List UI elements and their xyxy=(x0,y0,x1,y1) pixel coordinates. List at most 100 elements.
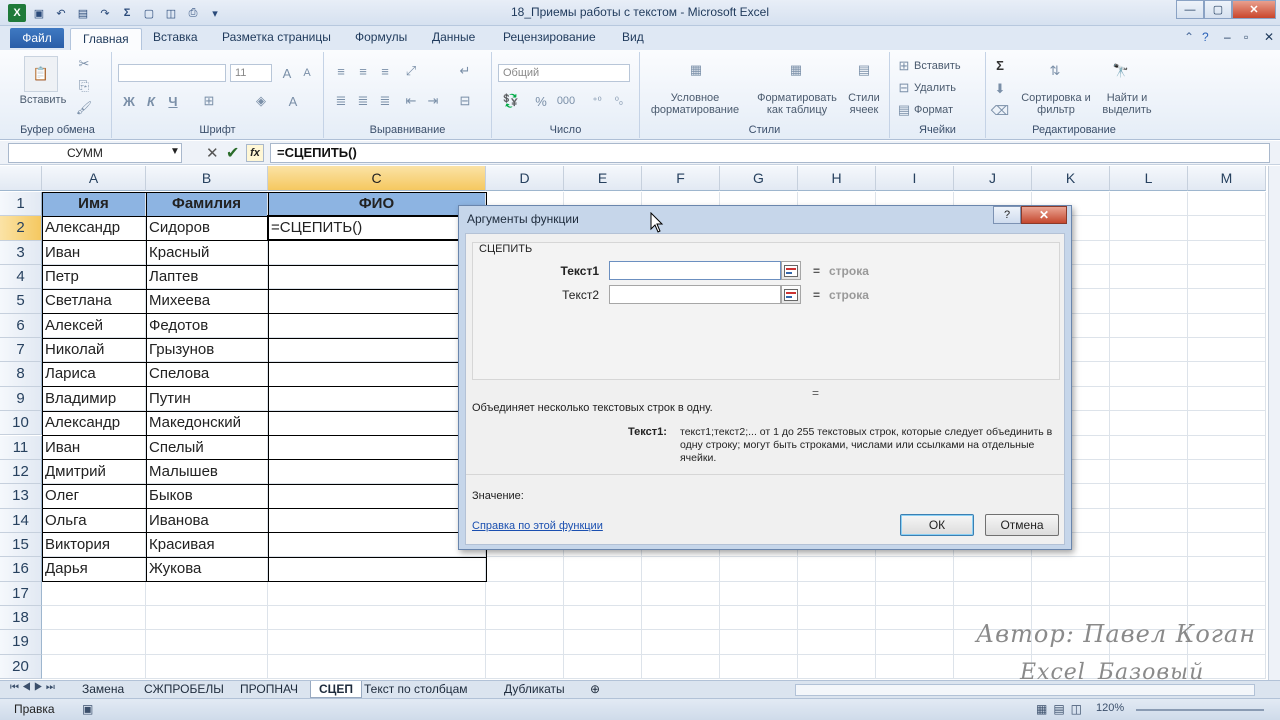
column-header[interactable]: J xyxy=(954,166,1032,191)
cell-last-name[interactable]: Красивая xyxy=(146,533,267,557)
cell-first-name[interactable]: Дарья xyxy=(42,557,145,581)
wrap-text-icon[interactable]: ↵ xyxy=(456,62,474,80)
tab-data[interactable]: Данные xyxy=(432,30,475,44)
header-cell-name[interactable]: Имя xyxy=(42,192,145,217)
row-header[interactable]: 13 xyxy=(0,484,42,509)
view-buttons-icon[interactable]: ▦▤◫ xyxy=(1036,702,1088,716)
cancel-entry-icon[interactable]: ✕ xyxy=(206,144,219,162)
align-bottom-icon[interactable]: ≡ xyxy=(376,62,394,80)
cell-last-name[interactable]: Лаптев xyxy=(146,265,267,289)
delete-cells-button[interactable]: Удалить xyxy=(914,82,982,94)
italic-button[interactable]: К xyxy=(142,92,160,110)
tab-formulas[interactable]: Формулы xyxy=(355,30,407,44)
shrink-font-icon[interactable]: A xyxy=(298,64,316,82)
row-header[interactable]: 17 xyxy=(0,581,42,606)
arg1-input[interactable] xyxy=(609,261,781,280)
row-header[interactable]: 18 xyxy=(0,605,42,631)
row-header[interactable]: 2 xyxy=(0,216,42,241)
row-header[interactable]: 20 xyxy=(0,654,42,679)
doc-minimize-button[interactable]: – xyxy=(1224,30,1231,44)
format-table-button[interactable]: Форматировать как таблицу xyxy=(750,92,844,116)
row-header[interactable]: 6 xyxy=(0,313,42,339)
cell-fio[interactable] xyxy=(268,484,485,508)
delete-cells-icon[interactable]: ⊟ xyxy=(896,80,912,96)
tab-page-layout[interactable]: Разметка страницы xyxy=(222,30,331,44)
cell-fio[interactable] xyxy=(268,509,485,533)
tab-insert[interactable]: Вставка xyxy=(153,30,198,44)
column-header[interactable]: D xyxy=(486,166,564,191)
zoom-level[interactable]: 120% xyxy=(1096,702,1124,714)
format-cells-icon[interactable]: ▤ xyxy=(896,102,912,118)
macro-record-icon[interactable]: ▣ xyxy=(82,702,93,716)
tab-home[interactable]: Главная xyxy=(70,28,142,50)
cell-styles-icon[interactable]: ▤ xyxy=(850,56,878,84)
select-all-corner[interactable] xyxy=(0,166,42,191)
align-top-icon[interactable]: ≡ xyxy=(332,62,350,80)
close-button[interactable]: ✕ xyxy=(1232,0,1276,19)
align-center-icon[interactable]: ≣ xyxy=(354,92,372,110)
font-name-combo[interactable] xyxy=(118,64,226,82)
cell-first-name[interactable]: Дмитрий xyxy=(42,460,145,484)
cell-fio[interactable]: =СЦЕПИТЬ() xyxy=(268,216,485,240)
minimize-button[interactable]: — xyxy=(1176,0,1204,19)
currency-icon[interactable]: 💱 xyxy=(500,92,522,110)
vertical-scrollbar[interactable] xyxy=(1268,166,1280,680)
underline-button[interactable]: Ч xyxy=(164,92,182,110)
cell-first-name[interactable]: Олег xyxy=(42,484,145,508)
row-header[interactable]: 1 xyxy=(0,192,42,217)
sort-filter-button[interactable]: Сортировка и фильтр xyxy=(1018,92,1094,116)
orientation-icon[interactable]: ⤢ xyxy=(402,62,420,80)
bold-button[interactable]: Ж xyxy=(120,92,138,110)
merge-center-icon[interactable]: ⊟ xyxy=(456,92,474,110)
cell-first-name[interactable]: Лариса xyxy=(42,362,145,386)
fill-color-icon[interactable]: ◈ xyxy=(252,92,270,110)
column-header[interactable]: H xyxy=(798,166,876,191)
sheet-nav-arrows-icon[interactable]: ⏮◀▶⏭ xyxy=(10,682,58,693)
align-right-icon[interactable]: ≣ xyxy=(376,92,394,110)
clear-icon[interactable]: ⌫ xyxy=(990,102,1010,120)
cell-first-name[interactable]: Ольга xyxy=(42,509,145,533)
sheet-tab[interactable]: СЦЕП xyxy=(310,681,363,698)
dialog-help-button[interactable]: ? xyxy=(993,206,1021,224)
font-size-combo[interactable]: 11 xyxy=(230,64,272,82)
row-header[interactable]: 3 xyxy=(0,240,42,266)
cell-fio[interactable] xyxy=(268,314,485,338)
column-header[interactable]: A xyxy=(42,166,146,191)
row-header[interactable]: 7 xyxy=(0,338,42,363)
copy-icon[interactable]: ⎘ xyxy=(76,78,92,94)
cell-last-name[interactable]: Быков xyxy=(146,484,267,508)
doc-restore-button[interactable]: ▫ xyxy=(1244,30,1248,44)
cell-last-name[interactable]: Федотов xyxy=(146,314,267,338)
arg2-collapse-icon[interactable] xyxy=(781,285,801,304)
cell-fio[interactable] xyxy=(268,436,485,460)
cell-fio[interactable] xyxy=(268,387,485,411)
help-link[interactable]: Справка по этой функции xyxy=(472,520,603,532)
row-header[interactable]: 11 xyxy=(0,435,42,460)
horizontal-scrollbar[interactable] xyxy=(795,684,1255,696)
column-header[interactable]: B xyxy=(146,166,268,191)
cell-first-name[interactable]: Александр xyxy=(42,411,145,435)
row-header[interactable]: 16 xyxy=(0,557,42,582)
sort-filter-icon[interactable]: ⇅ xyxy=(1040,56,1070,86)
cell-first-name[interactable]: Владимир xyxy=(42,387,145,411)
help-icon[interactable]: ? xyxy=(1202,30,1209,44)
cell-fio[interactable] xyxy=(268,533,485,557)
cell-fio[interactable] xyxy=(268,265,485,289)
cell-fio[interactable] xyxy=(268,411,485,435)
column-header[interactable]: F xyxy=(642,166,720,191)
paste-button[interactable]: Вставить xyxy=(14,94,72,106)
cell-fio[interactable] xyxy=(268,241,485,265)
row-header[interactable]: 15 xyxy=(0,532,42,558)
column-header[interactable]: K xyxy=(1032,166,1110,191)
tab-review[interactable]: Рецензирование xyxy=(503,30,596,44)
name-box-dropdown-icon[interactable]: ▼ xyxy=(170,146,180,157)
row-header[interactable]: 4 xyxy=(0,265,42,290)
sheet-tab[interactable]: СЖПРОБЕЛЫ xyxy=(136,681,232,698)
row-header[interactable]: 9 xyxy=(0,386,42,412)
increase-decimal-icon[interactable]: ⁺⁰ xyxy=(588,92,606,110)
cell-last-name[interactable]: Путин xyxy=(146,387,267,411)
cell-last-name[interactable]: Спелый xyxy=(146,436,267,460)
autosum-icon[interactable]: Σ xyxy=(990,56,1010,74)
header-cell-surname[interactable]: Фамилия xyxy=(146,192,267,217)
cell-last-name[interactable]: Грызунов xyxy=(146,338,267,362)
